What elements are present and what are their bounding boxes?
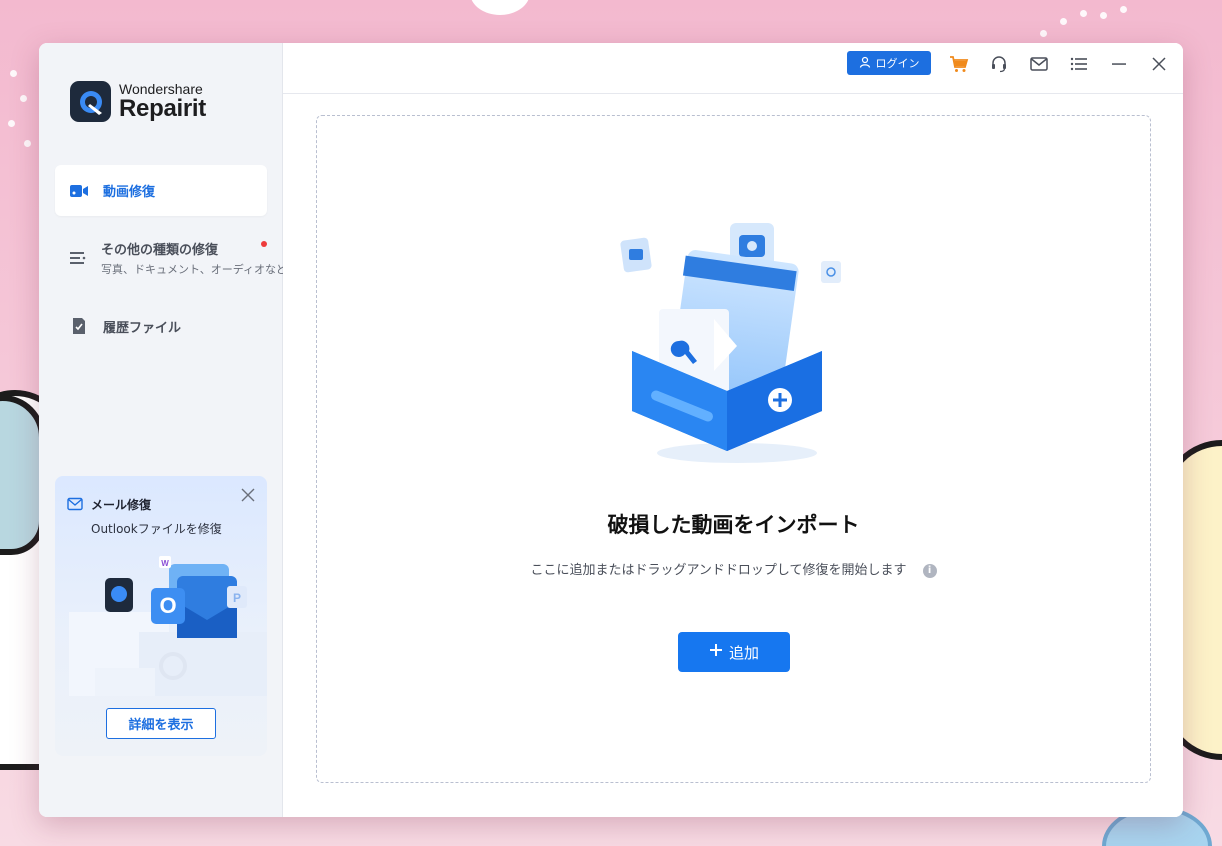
repairit-logo-icon bbox=[70, 81, 111, 122]
app-window: Wondershare Repairit 動画修復 その他の種類の修復 写真、ド… bbox=[39, 43, 1183, 817]
notification-dot bbox=[261, 241, 267, 247]
show-details-button[interactable]: 詳細を表示 bbox=[106, 708, 216, 739]
app-name: Repairit bbox=[119, 95, 206, 122]
mail-icon bbox=[67, 496, 83, 515]
minimize-icon[interactable] bbox=[1108, 53, 1130, 75]
history-file-icon bbox=[69, 316, 89, 336]
cart-icon[interactable] bbox=[948, 53, 970, 75]
sidebar-item-sublabel: 写真、ドキュメント、オーディオなど。 bbox=[101, 263, 298, 276]
user-icon bbox=[859, 56, 871, 71]
sidebar-item-history[interactable]: 履歴ファイル bbox=[55, 301, 267, 351]
sidebar-item-other-repair[interactable]: その他の種類の修復 写真、ドキュメント、オーディオなど。 bbox=[55, 233, 297, 283]
sidebar-item-label: 履歴ファイル bbox=[103, 320, 182, 336]
outlook-illustration: O P W bbox=[69, 556, 267, 696]
brand-name: Wondershare bbox=[119, 81, 203, 97]
promo-card-email-repair: メール修復 Outlookファイルを修復 O P W 詳細を表示 bbox=[55, 476, 267, 756]
main-panel: ログイン 破損した動画をインポート ここに追加またはドラッグアンドドロップして修… bbox=[283, 43, 1183, 817]
plus-icon bbox=[709, 643, 723, 661]
app-logo: Wondershare Repairit bbox=[70, 81, 206, 122]
mail-icon[interactable] bbox=[1028, 53, 1050, 75]
add-button-label: 追加 bbox=[728, 643, 759, 662]
promo-close-icon[interactable] bbox=[239, 486, 257, 504]
headset-icon[interactable] bbox=[988, 53, 1010, 75]
video-repair-box-illustration bbox=[620, 223, 841, 463]
import-title: 破損した動画をインポート bbox=[607, 513, 860, 537]
login-button[interactable]: ログイン bbox=[847, 51, 931, 75]
add-file-button[interactable]: 追加 bbox=[678, 632, 790, 672]
import-description: ここに追加またはドラッグアンドドロップして修復を開始します i bbox=[317, 559, 1150, 578]
info-icon[interactable]: i bbox=[922, 564, 937, 578]
video-icon bbox=[69, 181, 89, 201]
promo-title: メール修復 bbox=[91, 498, 152, 512]
svg-text:W: W bbox=[161, 559, 169, 568]
promo-subtitle: Outlookファイルを修復 bbox=[91, 522, 222, 536]
sidebar-item-label: 動画修復 bbox=[103, 185, 156, 200]
import-description-text: ここに追加またはドラッグアンドドロップして修復を開始します bbox=[530, 563, 907, 578]
close-icon[interactable] bbox=[1148, 53, 1170, 75]
svg-text:O: O bbox=[159, 593, 176, 618]
sidebar-item-video-repair[interactable]: 動画修復 bbox=[55, 165, 267, 216]
sidebar: Wondershare Repairit 動画修復 その他の種類の修復 写真、ド… bbox=[39, 43, 297, 817]
svg-text:P: P bbox=[233, 591, 241, 605]
sidebar-item-label: その他の種類の修復 bbox=[101, 243, 219, 258]
file-drop-zone[interactable]: 破損した動画をインポート ここに追加またはドラッグアンドドロップして修復を開始し… bbox=[316, 115, 1151, 783]
login-label: ログイン bbox=[875, 57, 920, 70]
title-bar: ログイン bbox=[283, 43, 1183, 94]
list-icon bbox=[69, 248, 87, 268]
menu-list-icon[interactable] bbox=[1068, 53, 1090, 75]
